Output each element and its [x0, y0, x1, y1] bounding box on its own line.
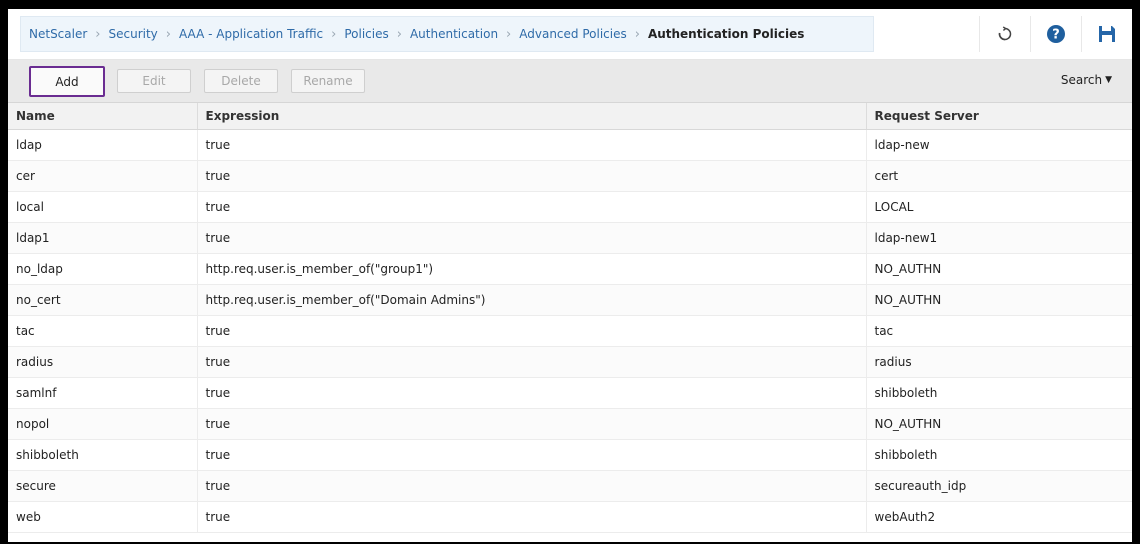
breadcrumb-security[interactable]: Security: [109, 27, 158, 41]
column-header-name[interactable]: Name: [8, 103, 198, 130]
add-button[interactable]: Add: [29, 66, 105, 97]
breadcrumb: NetScaler › Security › AAA - Application…: [20, 16, 874, 52]
cell-request-server: NO_AUTHN: [866, 253, 1132, 285]
cell-name: web: [8, 501, 198, 533]
edit-button[interactable]: Edit: [117, 69, 191, 93]
table-row[interactable]: tac true tac: [8, 315, 1132, 347]
table-row[interactable]: secure true secureauth_idp: [8, 470, 1132, 502]
cell-expression: true: [197, 160, 867, 192]
cell-request-server: NO_AUTHN: [866, 284, 1132, 316]
breadcrumb-separator-icon: ›: [331, 26, 337, 42]
table-row[interactable]: radius true radius: [8, 346, 1132, 378]
cell-request-server: radius: [866, 346, 1132, 378]
table-header-row: Name Expression Request Server: [8, 103, 1132, 130]
cell-expression: true: [197, 129, 867, 161]
cell-name: radius: [8, 346, 198, 378]
cell-expression: true: [197, 470, 867, 502]
save-icon: [1098, 25, 1116, 43]
table-row[interactable]: web true webAuth2: [8, 501, 1132, 533]
cell-expression: true: [197, 315, 867, 347]
breadcrumb-separator-icon: ›: [95, 26, 101, 42]
cell-expression: true: [197, 501, 867, 533]
table-row[interactable]: local true LOCAL: [8, 191, 1132, 223]
refresh-icon: [997, 26, 1013, 42]
column-header-expression[interactable]: Expression: [197, 103, 867, 130]
cell-name: no_ldap: [8, 253, 198, 285]
breadcrumb-separator-icon: ›: [506, 26, 512, 42]
cell-request-server: shibboleth: [866, 439, 1132, 471]
caret-down-icon: ▼: [1105, 75, 1112, 85]
column-header-request-server[interactable]: Request Server: [866, 103, 1132, 130]
cell-name: local: [8, 191, 198, 223]
search-dropdown[interactable]: Search ▼: [1061, 73, 1112, 87]
cell-request-server: tac: [866, 315, 1132, 347]
delete-button[interactable]: Delete: [204, 69, 278, 93]
cell-request-server: webAuth2: [866, 501, 1132, 533]
cell-request-server: ldap-new: [866, 129, 1132, 161]
cell-expression: true: [197, 222, 867, 254]
table-row[interactable]: cer true cert: [8, 160, 1132, 192]
breadcrumb-netscaler[interactable]: NetScaler: [29, 27, 87, 41]
breadcrumb-separator-icon: ›: [634, 26, 640, 42]
cell-expression: true: [197, 377, 867, 409]
breadcrumb-aaa-application-traffic[interactable]: AAA - Application Traffic: [179, 27, 323, 41]
policies-table: Name Expression Request Server ldap true…: [8, 103, 1132, 533]
breadcrumb-separator-icon: ›: [396, 26, 402, 42]
breadcrumb-separator-icon: ›: [165, 26, 171, 42]
cell-request-server: shibboleth: [866, 377, 1132, 409]
help-button[interactable]: ?: [1030, 16, 1081, 52]
svg-text:?: ?: [1052, 28, 1060, 43]
cell-expression: http.req.user.is_member_of("Domain Admin…: [197, 284, 867, 316]
header-actions: ?: [979, 16, 1132, 52]
table-row[interactable]: ldap true ldap-new: [8, 129, 1132, 161]
help-icon: ?: [1046, 24, 1066, 44]
cell-expression: true: [197, 408, 867, 440]
cell-expression: true: [197, 439, 867, 471]
search-label: Search: [1060, 73, 1103, 87]
cell-name: shibboleth: [8, 439, 198, 471]
save-button[interactable]: [1081, 16, 1132, 52]
table-row[interactable]: no_cert http.req.user.is_member_of("Doma…: [8, 284, 1132, 316]
rename-button[interactable]: Rename: [291, 69, 365, 93]
cell-request-server: secureauth_idp: [866, 470, 1132, 502]
table-row[interactable]: nopol true NO_AUTHN: [8, 408, 1132, 440]
cell-name: tac: [8, 315, 198, 347]
app-frame: NetScaler › Security › AAA - Application…: [8, 9, 1132, 542]
cell-request-server: cert: [866, 160, 1132, 192]
breadcrumb-policies[interactable]: Policies: [344, 27, 388, 41]
cell-name: no_cert: [8, 284, 198, 316]
table-row[interactable]: ldap1 true ldap-new1: [8, 222, 1132, 254]
cell-request-server: NO_AUTHN: [866, 408, 1132, 440]
breadcrumb-authentication-policies: Authentication Policies: [647, 27, 805, 41]
refresh-button[interactable]: [979, 16, 1030, 52]
cell-request-server: ldap-new1: [866, 222, 1132, 254]
page-header: NetScaler › Security › AAA - Application…: [8, 9, 1132, 60]
table-row[interactable]: shibboleth true shibboleth: [8, 439, 1132, 471]
cell-name: ldap1: [8, 222, 198, 254]
cell-name: nopol: [8, 408, 198, 440]
cell-name: secure: [8, 470, 198, 502]
table-row[interactable]: no_ldap http.req.user.is_member_of("grou…: [8, 253, 1132, 285]
cell-expression: true: [197, 346, 867, 378]
cell-expression: http.req.user.is_member_of("group1"): [197, 253, 867, 285]
breadcrumb-authentication[interactable]: Authentication: [410, 27, 498, 41]
toolbar: Add Edit Delete Rename Search ▼: [8, 60, 1132, 103]
breadcrumb-advanced-policies[interactable]: Advanced Policies: [519, 27, 626, 41]
cell-name: samlnf: [8, 377, 198, 409]
cell-request-server: LOCAL: [866, 191, 1132, 223]
cell-name: cer: [8, 160, 198, 192]
cell-name: ldap: [8, 129, 198, 161]
cell-expression: true: [197, 191, 867, 223]
table-row[interactable]: samlnf true shibboleth: [8, 377, 1132, 409]
